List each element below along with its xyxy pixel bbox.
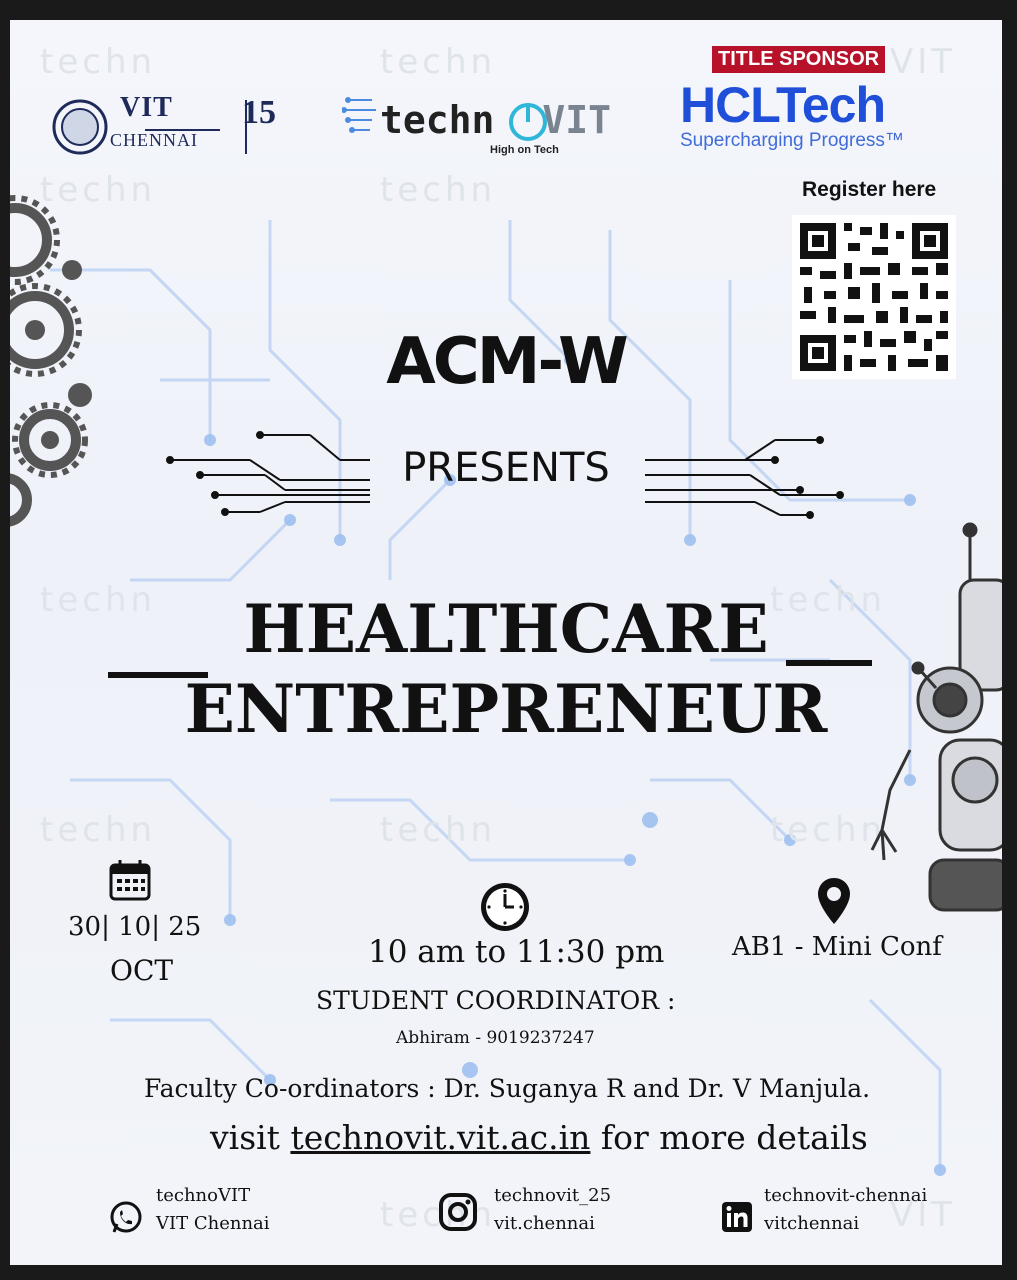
organizer-title: ACM-W	[386, 325, 628, 399]
watermark: techn	[380, 810, 497, 850]
event-venue: AB1 - Mini Conf	[732, 932, 942, 962]
event-title-line1: HEALTHCARE	[243, 590, 769, 668]
event-time: 10 am to 11:30 pm	[368, 934, 665, 970]
technovit-logo: techn VIT	[380, 98, 611, 142]
linkedin-line2: vitchennai	[764, 1213, 860, 1234]
faculty-coordinators: Faculty Co-ordinators : Dr. Suganya R an…	[144, 1074, 871, 1103]
watermark: techn	[40, 810, 157, 850]
whatsapp-line2: VIT Chennai	[156, 1213, 270, 1234]
whatsapp-icon[interactable]	[108, 1200, 144, 1236]
event-date: 30| 10| 25	[68, 912, 202, 942]
visit-prefix: visit	[210, 1118, 291, 1157]
power-icon	[509, 103, 547, 141]
instagram-line1: technovit_25	[494, 1185, 612, 1206]
instagram-line2: vit.chennai	[494, 1213, 595, 1234]
student-coordinator-label: STUDENT COORDINATOR :	[316, 986, 676, 1015]
clock-icon	[481, 883, 529, 931]
hcltech-tagline: Supercharging Progress™	[680, 130, 904, 151]
robot-illustration	[870, 522, 1002, 912]
vit-name: VIT	[120, 92, 173, 123]
calendar-icon	[109, 860, 151, 901]
vit-city: CHENNAI	[110, 130, 198, 150]
register-label: Register here	[802, 178, 937, 201]
techno-tagline: High on Tech	[490, 144, 559, 156]
student-coordinator: Abhiram - 9019237247	[396, 1028, 595, 1048]
hcltech-logo: HCLTech	[680, 77, 886, 133]
watermark: techn	[380, 170, 497, 210]
whatsapp-line1: technoVIT	[156, 1185, 251, 1206]
watermark: VIT	[890, 42, 957, 82]
watermark: techn	[380, 42, 497, 82]
visit-suffix: for more details	[590, 1118, 868, 1157]
techno-suffix: VIT	[542, 98, 612, 142]
watermark: techn	[40, 42, 157, 82]
linkedin-handle: technovit-chennai vitchennai	[764, 1182, 927, 1238]
watermark: techn	[770, 810, 887, 850]
whatsapp-handle: technoVIT VIT Chennai	[156, 1182, 270, 1238]
title-sponsor-badge: TITLE SPONSOR	[712, 46, 886, 73]
event-poster: techn techn techn techn techn techn tech…	[10, 20, 1002, 1265]
instagram-handle: technovit_25 vit.chennai	[494, 1182, 611, 1238]
linkedin-line1: technovit-chennai	[764, 1185, 928, 1206]
visit-line: visit technovit.vit.ac.in for more detai…	[210, 1118, 868, 1157]
event-month: OCT	[110, 954, 174, 987]
event-title-line2: ENTREPRENEUR	[184, 670, 828, 748]
techno-brand: techn	[380, 98, 495, 142]
presents-label: PRESENTS	[402, 445, 610, 491]
instagram-icon[interactable]	[438, 1192, 478, 1232]
website-link[interactable]: technovit.vit.ac.in	[290, 1118, 590, 1157]
vit-15-years: 15	[242, 94, 276, 131]
linkedin-icon[interactable]	[722, 1202, 752, 1232]
location-pin-icon	[818, 878, 850, 924]
